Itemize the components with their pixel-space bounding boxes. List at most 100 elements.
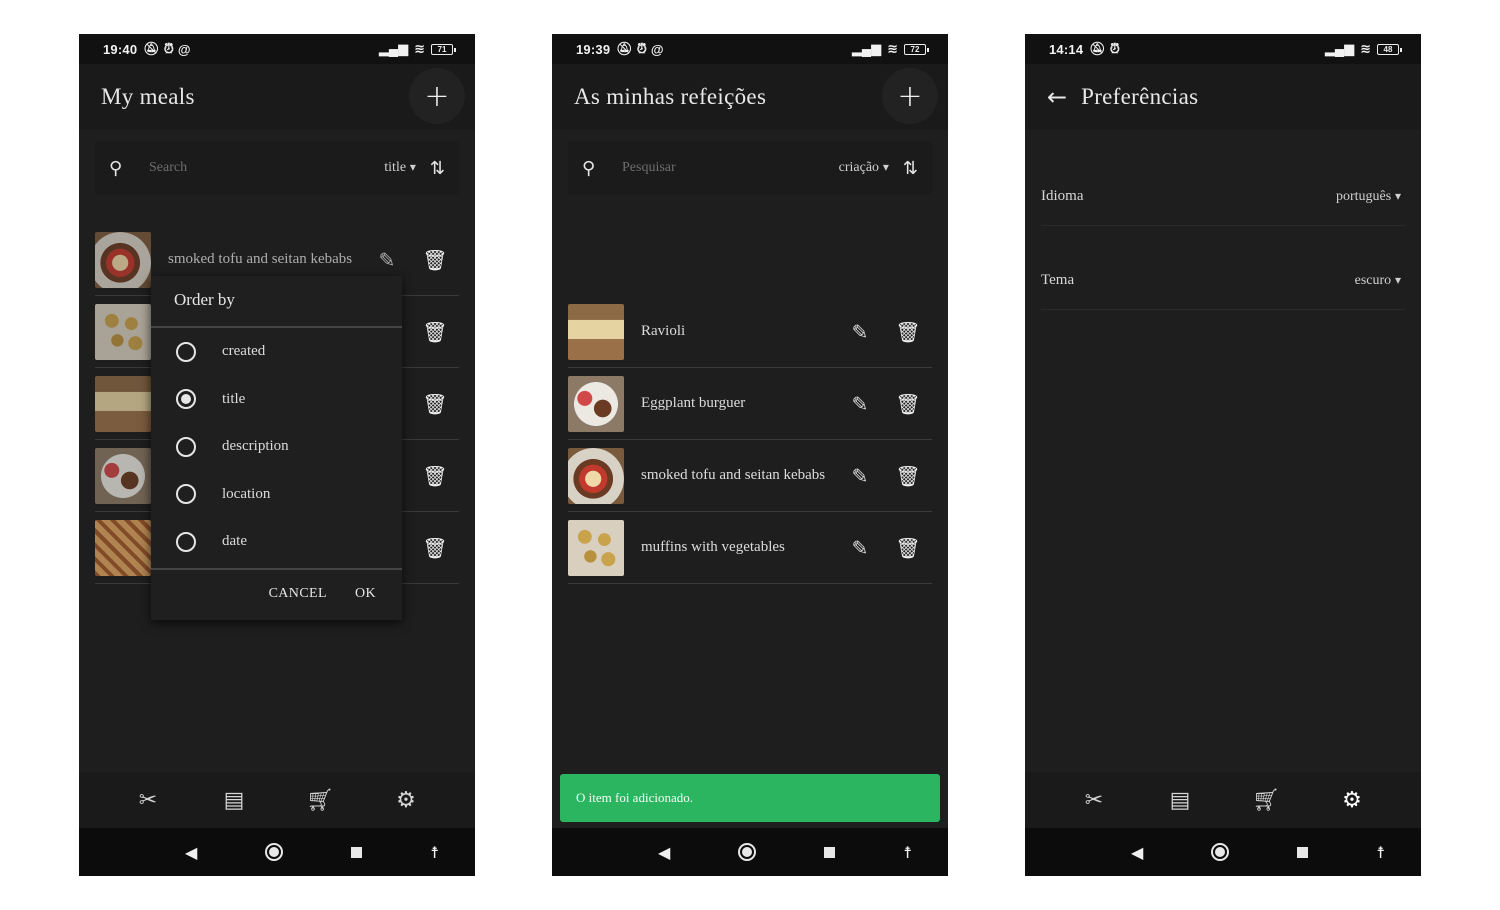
delete-icon[interactable]: 🗑︎	[884, 392, 932, 416]
search-icon[interactable]: ⚲	[582, 158, 602, 179]
settings-icon[interactable]: ⚙	[1328, 788, 1376, 813]
battery-icon: 48	[1377, 43, 1402, 55]
theme-dropdown[interactable]: escuro	[1355, 273, 1401, 289]
delete-icon[interactable]: 🗑︎	[884, 320, 932, 344]
mute-icon: 🔕︎	[143, 41, 160, 56]
back-triangle-icon[interactable]: ◀	[658, 843, 670, 862]
mute-icon: 🔕︎	[1089, 41, 1106, 56]
snackbar: O item foi adicionado.	[560, 774, 940, 822]
dialog-actions: CANCEL OK	[151, 570, 402, 602]
accessibility-icon[interactable]: ☨	[1376, 843, 1385, 862]
home-circle-icon[interactable]	[1211, 843, 1230, 861]
page-title: My meals	[101, 84, 195, 109]
shopping-cart-icon[interactable]: 🛒︎	[1242, 788, 1290, 813]
cancel-button[interactable]: CANCEL	[269, 586, 327, 602]
home-circle-icon[interactable]	[738, 843, 757, 861]
add-meal-button[interactable]: +	[409, 68, 465, 124]
screen-my-meals: 19:40 🔕︎ ⏰︎ @ ▂▄▆ ≋ 71 My meals + ⚲ Sear…	[79, 34, 475, 876]
recipes-icon[interactable]: ▤	[1156, 788, 1204, 813]
edit-icon[interactable]: ✎	[836, 320, 884, 344]
accessibility-icon[interactable]: ☨	[430, 843, 439, 862]
radio-button[interactable]	[176, 531, 196, 552]
edit-icon[interactable]: ✎	[836, 392, 884, 416]
sort-direction-icon[interactable]: ⇅	[903, 158, 918, 179]
screen-preferencias: 14:14 🔕︎ ⏰︎ ▂▄▆ ≋ 48 ← Preferências Idio…	[1025, 34, 1421, 876]
add-meal-button[interactable]: +	[882, 68, 938, 124]
delete-icon[interactable]: 🗑︎	[884, 536, 932, 560]
option-label: date	[222, 533, 247, 550]
status-notification-icons: 🔕︎ ⏰︎ @	[143, 41, 190, 57]
order-option-title[interactable]: title	[151, 376, 402, 424]
order-option-location[interactable]: location	[151, 471, 402, 519]
app-bar: As minhas refeições +	[552, 64, 948, 130]
status-time: 19:39	[576, 41, 611, 57]
delete-icon[interactable]: 🗑︎	[884, 464, 932, 488]
preference-language[interactable]: Idioma português	[1041, 168, 1405, 226]
list-item[interactable]: Ravioli ✎ 🗑︎	[568, 296, 932, 368]
search-icon[interactable]: ⚲	[109, 158, 129, 179]
meals-icon[interactable]: ✂	[124, 788, 172, 813]
shopping-cart-icon[interactable]: 🛒︎	[296, 788, 344, 813]
search-input[interactable]: Pesquisar	[622, 160, 839, 176]
language-dropdown[interactable]: português	[1336, 189, 1401, 205]
search-bar: ⚲ Pesquisar criação ⇅	[568, 142, 932, 194]
order-option-created[interactable]: created	[151, 328, 402, 376]
radio-button-selected[interactable]	[176, 389, 196, 410]
meals-icon[interactable]: ✂	[1070, 788, 1118, 813]
edit-icon[interactable]: ✎	[836, 536, 884, 560]
back-arrow-icon[interactable]: ←	[1047, 83, 1067, 111]
system-navigation: ◀ ☨	[79, 828, 475, 876]
meal-title: Ravioli	[641, 323, 686, 339]
status-system-icons: ▂▄▆ ≋ 48	[1325, 41, 1402, 57]
battery-icon: 72	[904, 43, 929, 55]
alarm-icon: ⏰︎	[1109, 41, 1120, 56]
delete-icon[interactable]: 🗑︎	[411, 536, 459, 560]
meal-title: muffins with vegetables	[641, 539, 785, 555]
radio-button[interactable]	[176, 341, 196, 362]
order-option-date[interactable]: date	[151, 518, 402, 566]
recents-square-icon[interactable]	[824, 846, 836, 858]
ok-button[interactable]: OK	[355, 586, 376, 602]
page-title: Preferências	[1081, 84, 1199, 109]
home-circle-icon[interactable]	[265, 843, 284, 861]
order-dropdown[interactable]: title	[384, 160, 416, 176]
back-triangle-icon[interactable]: ◀	[1131, 843, 1143, 862]
recipes-icon[interactable]: ▤	[210, 788, 258, 813]
radio-button[interactable]	[176, 436, 196, 457]
accessibility-icon[interactable]: ☨	[903, 843, 912, 862]
meal-thumbnail	[568, 303, 624, 360]
edit-icon[interactable]: ✎	[363, 248, 411, 272]
status-time: 19:40	[103, 41, 138, 57]
back-triangle-icon[interactable]: ◀	[185, 843, 197, 862]
recents-square-icon[interactable]	[351, 846, 363, 858]
at-icon: @	[177, 41, 191, 57]
bottom-navigation: ✂ ▤ 🛒︎ ⚙	[1025, 772, 1421, 828]
delete-icon[interactable]: 🗑︎	[411, 248, 459, 272]
preference-theme[interactable]: Tema escuro	[1041, 252, 1405, 310]
radio-button[interactable]	[176, 484, 196, 505]
status-bar: 19:40 🔕︎ ⏰︎ @ ▂▄▆ ≋ 71	[79, 34, 475, 64]
settings-icon[interactable]: ⚙	[382, 788, 430, 813]
search-input[interactable]: Search	[149, 160, 384, 176]
bottom-navigation: ✂ ▤ 🛒︎ ⚙	[79, 772, 475, 828]
list-item[interactable]: Eggplant burguer ✎ 🗑︎	[568, 368, 932, 440]
order-dropdown[interactable]: criação	[839, 160, 889, 176]
app-bar: My meals +	[79, 64, 475, 130]
dialog-title: Order by	[151, 276, 402, 328]
sort-direction-icon[interactable]: ⇅	[430, 158, 445, 179]
meal-thumbnail	[95, 375, 151, 432]
delete-icon[interactable]: 🗑︎	[411, 320, 459, 344]
meal-thumbnail	[568, 519, 624, 576]
option-label: title	[222, 390, 246, 407]
plus-icon: +	[897, 78, 923, 114]
edit-icon[interactable]: ✎	[836, 464, 884, 488]
recents-square-icon[interactable]	[1297, 846, 1309, 858]
delete-icon[interactable]: 🗑︎	[411, 392, 459, 416]
order-option-description[interactable]: description	[151, 423, 402, 471]
wifi-icon: ≋	[1360, 41, 1371, 56]
meal-thumbnail	[95, 303, 151, 360]
delete-icon[interactable]: 🗑︎	[411, 464, 459, 488]
list-item[interactable]: smoked tofu and seitan kebabs ✎ 🗑︎	[568, 440, 932, 512]
list-item[interactable]: muffins with vegetables ✎ 🗑︎	[568, 512, 932, 584]
option-label: location	[222, 485, 271, 502]
